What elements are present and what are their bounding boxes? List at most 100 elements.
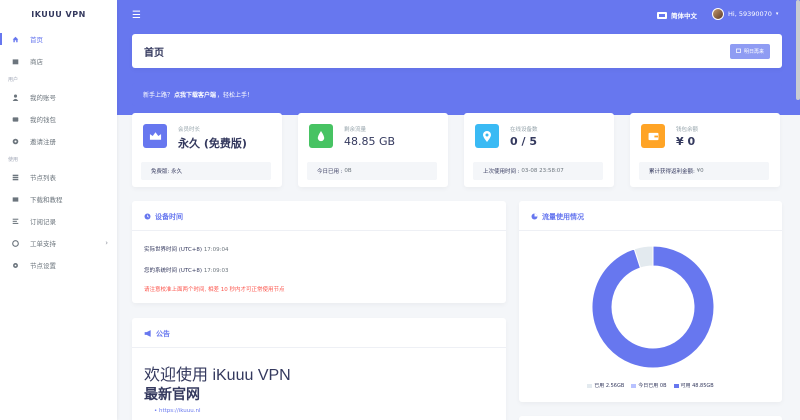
announcement-card: 公告 欢迎使用 iKuuu VPN 最新官网 • https://ikuuu.n… <box>132 318 506 420</box>
legend-swatch <box>587 383 593 388</box>
location-pin-icon <box>475 124 499 148</box>
announcement-heading: 欢迎使用 iKuuu VPN <box>144 367 291 384</box>
brand-logo[interactable]: IKUUU VPN <box>0 0 117 28</box>
traffic-usage-title-text: 流量使用情况 <box>542 213 584 221</box>
megaphone-icon <box>144 329 152 339</box>
chart-legend: 已用 2.56GB 今日已用 0B 可用 48.85GB <box>519 382 782 389</box>
stat-sub: 免费版: 永久 <box>141 162 271 180</box>
partial-card <box>519 416 782 420</box>
checkin-button[interactable]: 明日再来 <box>729 43 770 59</box>
stat-card-devices: 在线设备数 0 / 5 上次使用时间 : 03-08 23:58:07 <box>464 113 614 187</box>
stat-sub-label: 累计获得返利金额: <box>649 169 695 175</box>
invite-icon <box>10 138 20 145</box>
stat-sub: 累计获得返利金额: ¥0 <box>639 162 769 180</box>
stat-sub-label: 免费版: <box>151 169 170 175</box>
official-site-link-text[interactable]: https://ikuuu.nl <box>159 408 200 414</box>
notice-prefix: 新手上路？ <box>143 92 174 99</box>
legend-item[interactable]: 可用 48.85GB <box>673 382 714 389</box>
stat-value: 永久 (免费版) <box>178 137 247 150</box>
sidebar-item-subscriptions[interactable]: 订阅记录 <box>0 210 117 232</box>
donut-slice-2[interactable] <box>591 245 715 369</box>
download-icon <box>10 196 20 203</box>
stat-card-wallet: 钱包余额 ¥ 0 累计获得返利金额: ¥0 <box>630 113 780 187</box>
stat-label: 会员时长 <box>178 127 201 133</box>
stat-card-traffic: 剩余流量 48.85 GB 今日已用 : 0B <box>298 113 448 187</box>
download-client-link[interactable]: 点我下载客户端 <box>174 90 216 99</box>
device-time-card: 设备时间 实际世界时间 (UTC+8) 17:09:04 您的系统时间 (UTC… <box>132 201 506 303</box>
sidebar-item-label: 邀请注册 <box>30 138 56 146</box>
sidebar-item-nodes[interactable]: 节点列表 <box>0 166 117 188</box>
announcement-title-text: 公告 <box>156 330 170 338</box>
sidebar-item-node-settings[interactable]: 节点设置 <box>0 254 117 276</box>
stat-sub-label: 今日已用 : <box>317 169 343 175</box>
sidebar-item-account[interactable]: 我的账号 <box>0 86 117 108</box>
sidebar-item-tickets[interactable]: 工单支持 › <box>0 232 117 254</box>
legend-label: 已用 2.56GB <box>594 383 625 389</box>
section-header-use: 使用 <box>8 156 19 163</box>
traffic-usage-card: 流量使用情况 已用 2.56GB 今日已用 0B 可用 48.85GB <box>519 201 782 402</box>
chevron-right-icon: › <box>105 239 108 247</box>
clock-icon <box>144 212 151 222</box>
stat-sub-value: 永久 <box>171 169 183 175</box>
stat-sub: 今日已用 : 0B <box>307 162 437 180</box>
pie-chart-icon <box>531 212 538 222</box>
settings-icon <box>10 262 20 269</box>
real-time-label: 实际世界时间 (UTC+8) <box>144 247 203 253</box>
sidebar-item-store[interactable]: 商店 <box>0 50 117 72</box>
sidebar-item-wallet[interactable]: 我的钱包 <box>0 108 117 130</box>
sidebar-item-label: 我的钱包 <box>30 116 56 124</box>
stat-sub: 上次使用时间 : 03-08 23:58:07 <box>473 162 603 180</box>
stat-sub-label: 上次使用时间 : <box>483 169 520 175</box>
device-time-title: 设备时间 <box>144 212 494 222</box>
ticket-icon <box>10 239 20 247</box>
wallet-icon <box>10 116 20 123</box>
sidebar-item-download[interactable]: 下载和教程 <box>0 188 117 210</box>
sidebar-item-home[interactable]: 首页 <box>0 28 117 50</box>
legend-swatch <box>631 383 637 388</box>
legend-item[interactable]: 已用 2.56GB <box>587 382 624 389</box>
notice-suffix: ，轻松上手！ <box>217 92 254 99</box>
checkin-button-label: 明日再来 <box>743 48 764 55</box>
stat-label: 在线设备数 <box>510 127 538 133</box>
record-icon <box>10 218 20 225</box>
traffic-donut-chart <box>591 245 715 369</box>
system-time-value: 17:09:03 <box>203 268 229 274</box>
sidebar-item-invite[interactable]: 邀请注册 <box>0 130 117 152</box>
stat-value: 0 / 5 <box>510 135 537 148</box>
system-time-row: 您的系统时间 (UTC+8) 17:09:03 <box>144 266 229 274</box>
divider <box>132 347 506 348</box>
sidebar-item-label: 节点设置 <box>30 262 56 270</box>
page-title: 首页 <box>144 47 164 59</box>
list-icon <box>10 174 20 181</box>
crown-icon <box>143 124 167 148</box>
traffic-usage-title: 流量使用情况 <box>531 212 770 222</box>
stat-sub-value: 0B <box>344 168 352 174</box>
stat-value: 48.85 GB <box>344 135 396 148</box>
sidebar-item-label: 订阅记录 <box>30 218 56 226</box>
system-time-label: 您的系统时间 (UTC+8) <box>144 268 203 274</box>
sidebar-item-label: 首页 <box>30 36 43 44</box>
sidebar-item-label: 工单支持 <box>30 240 56 248</box>
sidebar-item-label: 我的账号 <box>30 94 56 102</box>
time-warning: 请注意校准上面两个时间, 相差 10 秒内才可正常使用节点 <box>144 287 285 293</box>
sidebar: IKUUU VPN 首页 商店 用户 我的账号 我的钱包 邀请注册 使用 节点列… <box>0 0 117 420</box>
sidebar-item-label: 节点列表 <box>30 174 56 182</box>
sidebar-item-label: 商店 <box>30 58 43 66</box>
stat-sub-value: 03-08 23:58:07 <box>521 168 564 174</box>
wallet-icon <box>641 124 665 148</box>
legend-label: 今日已用 0B <box>638 383 667 389</box>
legend-label: 可用 48.85GB <box>680 383 714 389</box>
main-content: 首页 明日再来 新手上路？ 点我下载客户端 ，轻松上手！ 会员时长 永久 (免费… <box>117 0 800 420</box>
real-time-value: 17:09:04 <box>203 247 229 253</box>
sidebar-item-label: 下载和教程 <box>30 196 63 204</box>
stat-card-membership: 会员时长 永久 (免费版) 免费版: 永久 <box>132 113 282 187</box>
real-time-row: 实际世界时间 (UTC+8) 17:09:04 <box>144 245 229 253</box>
announcement-title: 公告 <box>144 329 494 339</box>
stat-sub-value: ¥0 <box>696 168 704 174</box>
user-icon <box>10 94 20 101</box>
page-scrollbar[interactable] <box>796 0 800 100</box>
page-header: 首页 明日再来 <box>132 34 782 68</box>
legend-item[interactable]: 今日已用 0B <box>631 382 667 389</box>
official-site-link[interactable]: • https://ikuuu.nl <box>154 408 200 414</box>
newbie-notice[interactable]: 新手上路？ 点我下载客户端 ，轻松上手！ <box>132 83 782 106</box>
